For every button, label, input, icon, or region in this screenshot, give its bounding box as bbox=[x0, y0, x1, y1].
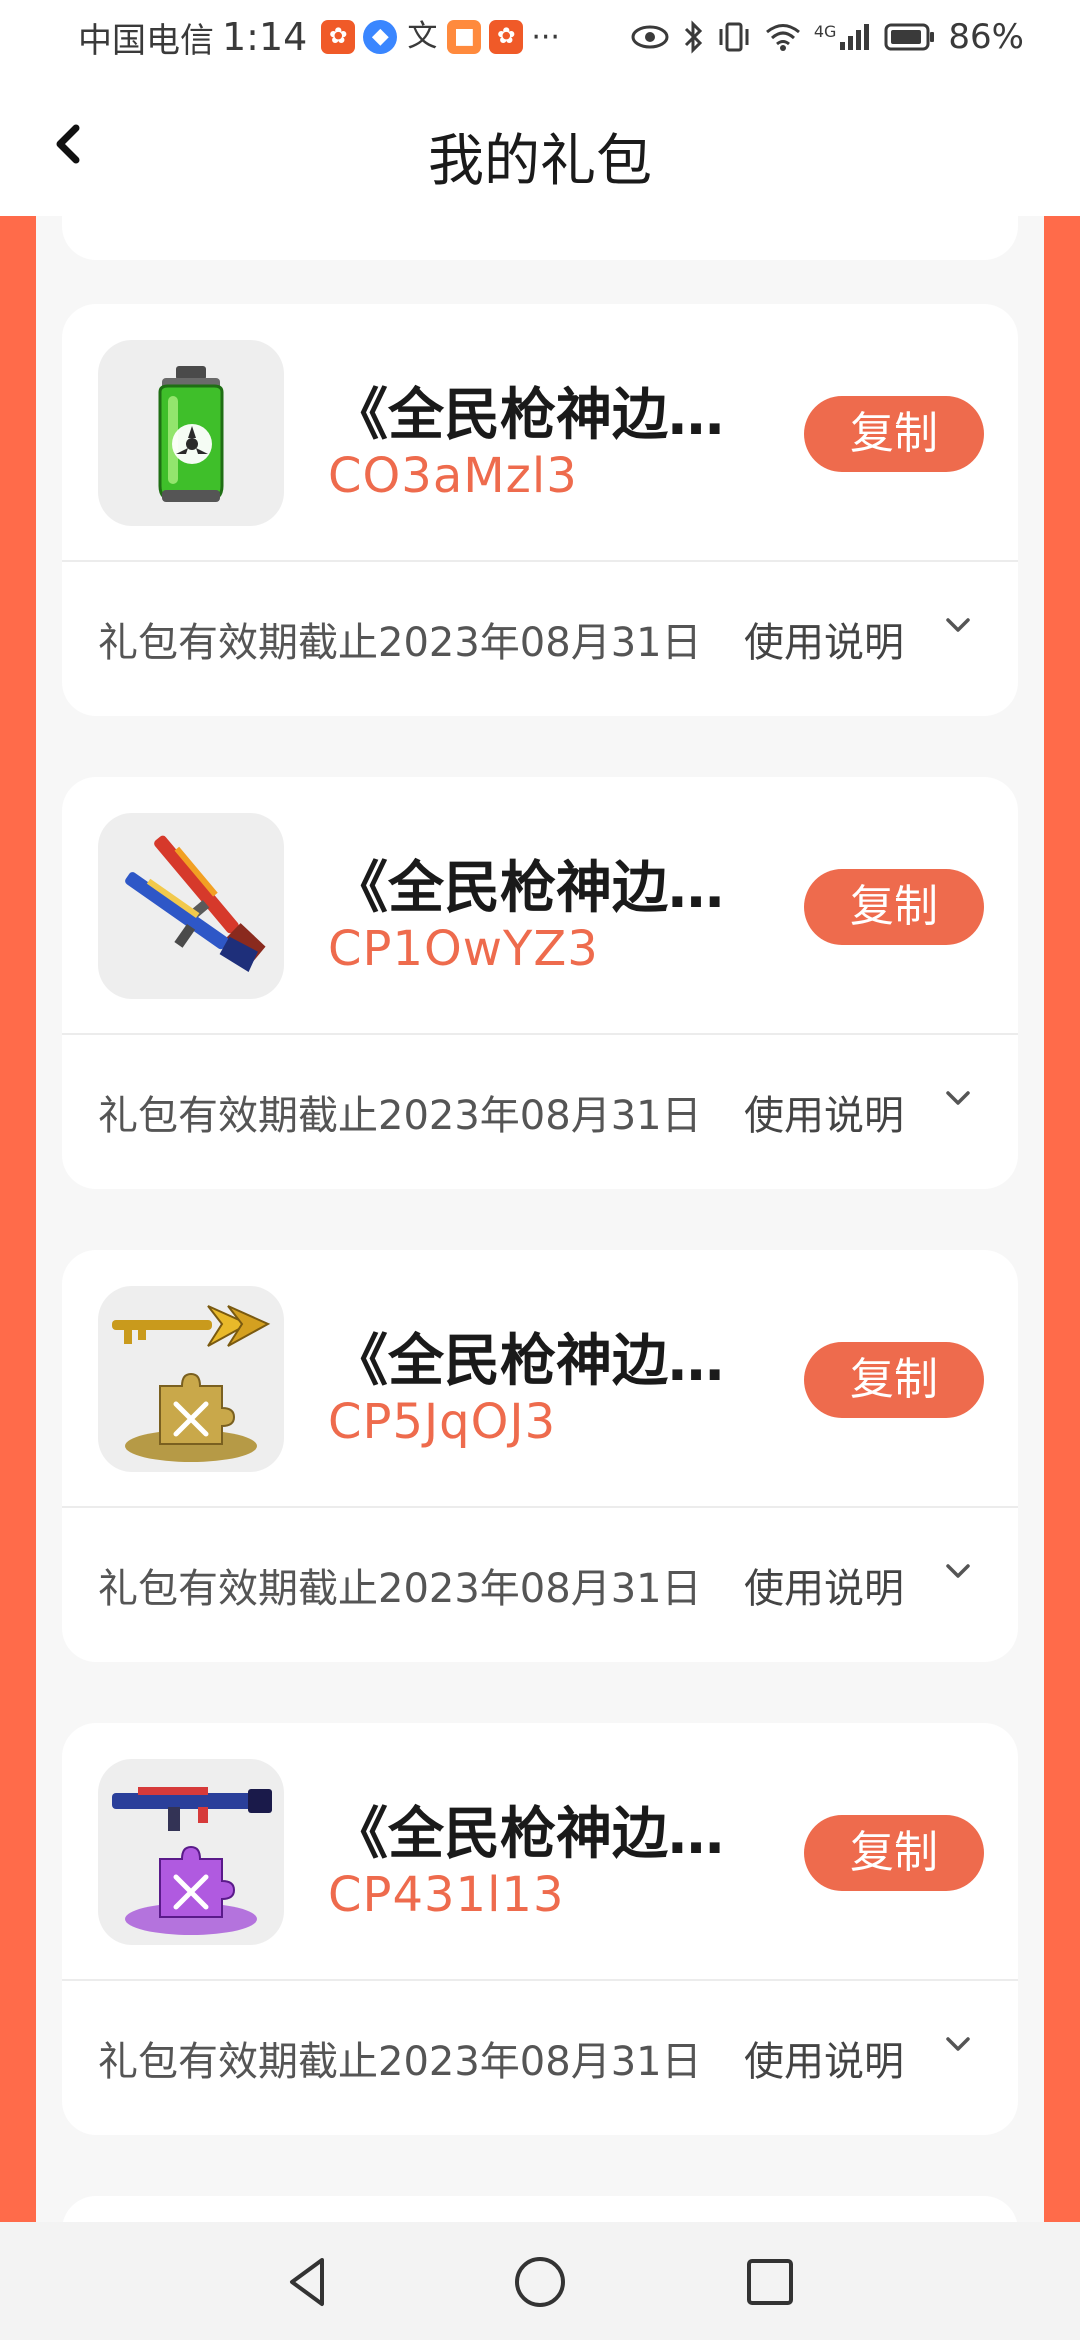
validity-text: 礼包有效期截止2023年08月31日 bbox=[98, 1566, 702, 1612]
home-circle-icon[interactable] bbox=[510, 2252, 570, 2312]
gift-card-partial bbox=[62, 2196, 1018, 2222]
gift-thumbnail bbox=[98, 1286, 284, 1472]
chevron-down-icon[interactable] bbox=[938, 606, 978, 646]
gift-list-area[interactable]: 《全民枪神边… CO3aMzl3 复制 礼包有效期截止2023年08月31日 使… bbox=[0, 216, 1080, 2222]
gift-card-header: 《全民枪神边… CO3aMzl3 复制 bbox=[62, 304, 1018, 560]
network-type-label: 4G bbox=[813, 22, 837, 41]
recents-square-icon[interactable] bbox=[740, 2252, 800, 2312]
vibrate-icon bbox=[719, 22, 749, 52]
battery-percent: 86% bbox=[948, 17, 1024, 57]
biohazard-bottle-icon bbox=[158, 366, 224, 502]
gift-card-footer: 礼包有效期截止2023年08月31日 使用说明 bbox=[62, 1508, 1018, 1662]
usage-instructions-link[interactable]: 使用说明 bbox=[744, 1556, 904, 1614]
validity-text: 礼包有效期截止2023年08月31日 bbox=[98, 1093, 702, 1139]
gift-card-header: 《全民枪神边… CP431l13 复制 bbox=[62, 1723, 1018, 1979]
status-left: 中国电信 1:14 ✿ ◆ 文 ■ ✿ ··· bbox=[78, 14, 560, 61]
gift-card: 《全民枪神边… CP431l13 复制 礼包有效期截止2023年08月31日 使… bbox=[62, 1723, 1018, 2135]
wifi-icon bbox=[765, 24, 800, 51]
gift-card-footer: 礼包有效期截止2023年08月31日 使用说明 bbox=[62, 1981, 1018, 2135]
golden-key-puzzle-icon bbox=[112, 1305, 271, 1462]
chevron-down-icon[interactable] bbox=[938, 1079, 978, 1119]
eye-icon bbox=[631, 25, 669, 49]
notification-app-icon-3: ✿ bbox=[489, 20, 524, 54]
gift-code: CP5JqOJ3 bbox=[328, 1394, 557, 1450]
gift-card-footer: 礼包有效期截止2023年08月31日 使用说明 bbox=[62, 1035, 1018, 1189]
gift-thumbnail bbox=[98, 813, 284, 999]
gift-list: 《全民枪神边… CO3aMzl3 复制 礼包有效期截止2023年08月31日 使… bbox=[36, 216, 1044, 2222]
usage-instructions-link[interactable]: 使用说明 bbox=[744, 2029, 904, 2087]
notification-app-icon-2: ■ bbox=[447, 20, 482, 54]
signal-bars-icon bbox=[840, 24, 870, 50]
gift-thumbnail bbox=[98, 340, 284, 526]
copy-button[interactable]: 复制 bbox=[804, 869, 984, 945]
copy-button[interactable]: 复制 bbox=[804, 1815, 984, 1891]
gift-title: 《全民枪神边… bbox=[332, 856, 724, 921]
copy-button[interactable]: 复制 bbox=[804, 1342, 984, 1418]
gift-title: 《全民枪神边… bbox=[332, 1329, 724, 1394]
gift-title: 《全民枪神边… bbox=[332, 1802, 724, 1867]
more-notifications-icon: ··· bbox=[531, 19, 560, 55]
gift-code: CO3aMzl3 bbox=[328, 448, 578, 504]
notification-translate-icon: 文 bbox=[407, 19, 438, 54]
cellular-signal-icon: 4G bbox=[814, 22, 873, 52]
notification-browser-icon: ◆ bbox=[363, 20, 398, 54]
status-bar: 中国电信 1:14 ✿ ◆ 文 ■ ✿ ··· 4G 86% bbox=[0, 0, 1080, 76]
gift-thumbnail bbox=[98, 1759, 284, 1945]
gift-card-partial bbox=[62, 216, 1018, 260]
copy-button[interactable]: 复制 bbox=[804, 396, 984, 472]
gift-title: 《全民枪神边… bbox=[332, 383, 724, 448]
bluetooth-icon bbox=[684, 20, 702, 54]
gift-card-footer: 礼包有效期截止2023年08月31日 使用说明 bbox=[62, 562, 1018, 716]
usage-instructions-link[interactable]: 使用说明 bbox=[744, 1083, 904, 1141]
status-right: 4G 86% bbox=[630, 14, 1024, 60]
app-header: 我的礼包 bbox=[0, 76, 1080, 216]
gift-code: CP1OwYZ3 bbox=[328, 921, 599, 977]
chevron-down-icon[interactable] bbox=[938, 1552, 978, 1592]
validity-text: 礼包有效期截止2023年08月31日 bbox=[98, 2039, 702, 2085]
clock: 1:14 bbox=[222, 15, 308, 59]
validity-text: 礼包有效期截止2023年08月31日 bbox=[98, 620, 702, 666]
notification-app-icon: ✿ bbox=[321, 20, 356, 54]
battery-icon bbox=[884, 23, 935, 51]
gift-card: 《全民枪神边… CP1OwYZ3 复制 礼包有效期截止2023年08月31日 使… bbox=[62, 777, 1018, 1189]
gift-code: CP431l13 bbox=[328, 1867, 565, 1923]
system-nav-bar bbox=[0, 2222, 1080, 2340]
chevron-down-icon[interactable] bbox=[938, 2025, 978, 2065]
twin-shotguns-icon bbox=[125, 835, 266, 972]
usage-instructions-link[interactable]: 使用说明 bbox=[744, 610, 904, 668]
gift-card-header: 《全民枪神边… CP1OwYZ3 复制 bbox=[62, 777, 1018, 1033]
gift-card-header: 《全民枪神边… CP5JqOJ3 复制 bbox=[62, 1250, 1018, 1506]
gift-card: 《全民枪神边… CP5JqOJ3 复制 礼包有效期截止2023年08月31日 使… bbox=[62, 1250, 1018, 1662]
carrier-label: 中国电信 bbox=[78, 20, 214, 61]
back-triangle-icon[interactable] bbox=[278, 2252, 338, 2312]
rifle-purple-puzzle-icon bbox=[112, 1787, 272, 1935]
page-title: 我的礼包 bbox=[428, 129, 652, 194]
gift-card: 《全民枪神边… CO3aMzl3 复制 礼包有效期截止2023年08月31日 使… bbox=[62, 304, 1018, 716]
